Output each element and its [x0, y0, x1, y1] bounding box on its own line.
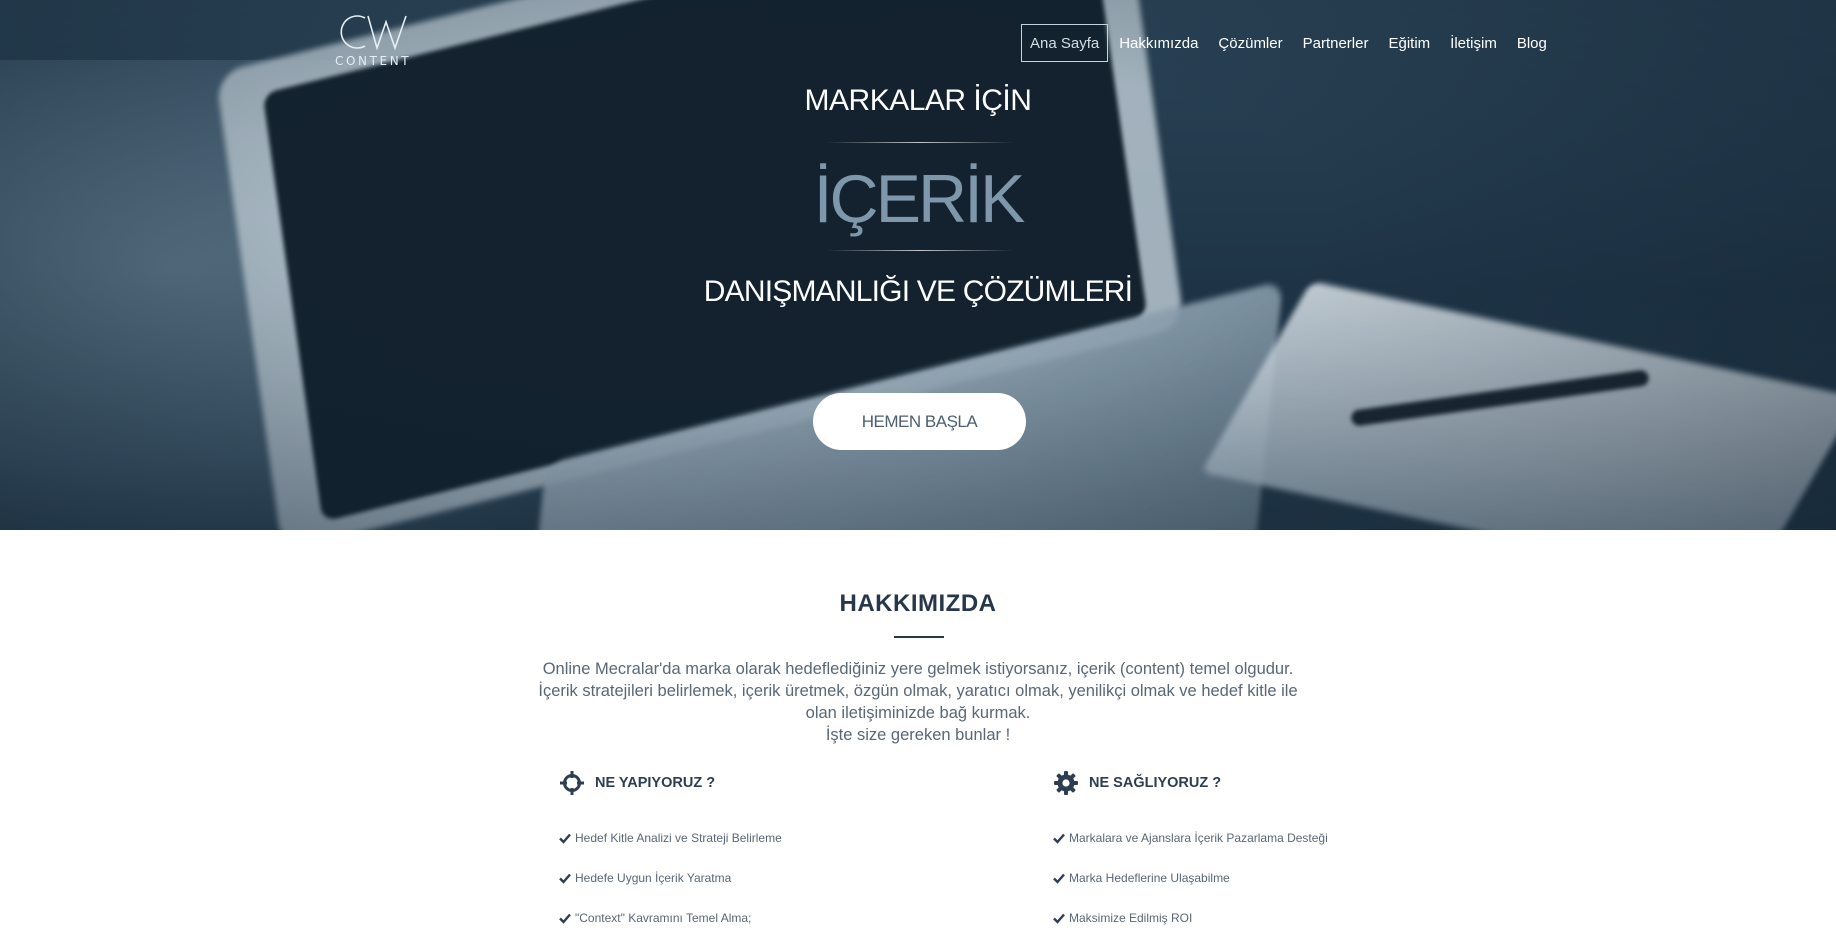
feature-what-we-do: NE YAPIYORUZ ? Hedef Kitle Analizi ve St…: [559, 768, 979, 938]
main-nav: Ana Sayfa Hakkımızda Çözümler Partnerler…: [1021, 24, 1558, 62]
list-item-label: Maksimize Edilmiş ROI: [1069, 911, 1193, 925]
about-divider: [894, 636, 944, 638]
hero-heading-line3: DANIŞMANLIĞI VE ÇÖZÜMLERİ: [703, 275, 1133, 308]
list-item-label: Hedef Kitle Analizi ve Strateji Belirlem…: [575, 831, 782, 845]
nav-item-ana-sayfa[interactable]: Ana Sayfa: [1021, 24, 1109, 62]
check-icon: [559, 873, 571, 884]
check-icon: [559, 833, 571, 844]
nav-item-blog[interactable]: Blog: [1508, 24, 1556, 62]
hero-background-image: [0, 0, 1836, 530]
gear-icon: [1054, 771, 1078, 795]
list-item: Marka Hedeflerine Ulaşabilme: [1053, 858, 1473, 898]
site-logo[interactable]: CONTENT: [335, 12, 410, 68]
list-item: Maksimize Edilmiş ROI: [1053, 898, 1473, 938]
feature-title: NE YAPIYORUZ ?: [595, 775, 716, 791]
crosshair-icon: [560, 771, 584, 795]
about-paragraph-line: İşte size gereken bunlar !: [825, 726, 1011, 744]
list-item: Hedefe Uygun İçerik Yaratma: [559, 858, 979, 898]
about-paragraph-line: İçerik stratejileri belirlemek, içerik ü…: [538, 682, 1298, 700]
hero-divider-top: [826, 142, 1014, 143]
list-item-label: Marka Hedeflerine Ulaşabilme: [1069, 871, 1230, 885]
list-item-label: "Context" Kavramını Temel Alma;: [575, 911, 752, 925]
cw-logo-icon: [340, 15, 407, 51]
check-icon: [1053, 913, 1065, 924]
feature-title: NE SAĞLIYORUZ ?: [1089, 775, 1222, 791]
feature-list: Markalara ve Ajanslara İçerik Pazarlama …: [1053, 818, 1473, 938]
logo-wordmark: CONTENT: [335, 54, 412, 68]
nav-item-cozumler[interactable]: Çözümler: [1209, 24, 1291, 62]
feature-header: NE SAĞLIYORUZ ?: [1053, 768, 1473, 798]
hero-divider-bottom: [826, 250, 1014, 251]
nav-item-egitim[interactable]: Eğitim: [1379, 24, 1439, 62]
feature-what-we-provide: NE SAĞLIYORUZ ? Markalara ve Ajanslara İ…: [1053, 768, 1473, 938]
about-paragraph-line: Online Mecralar'da marka olarak hedefled…: [542, 660, 1294, 678]
check-icon: [559, 913, 571, 924]
about-paragraph-line: olan iletişiminizde bağ kurmak.: [805, 704, 1031, 722]
hero-heading-line1: MARKALAR İÇİN: [804, 84, 1032, 117]
list-item: "Context" Kavramını Temel Alma;: [559, 898, 979, 938]
nav-item-partnerler[interactable]: Partnerler: [1294, 24, 1378, 62]
list-item: Hedef Kitle Analizi ve Strateji Belirlem…: [559, 818, 979, 858]
check-icon: [1053, 873, 1065, 884]
about-paragraph: Online Mecralar'da marka olarak hedefled…: [520, 658, 1316, 746]
hero-heading-line2: İÇERİK: [813, 161, 1026, 237]
start-now-button[interactable]: HEMEN BAŞLA: [813, 393, 1026, 450]
hero-section: CONTENT Ana Sayfa Hakkımızda Çözümler Pa…: [0, 0, 1836, 530]
about-title: HAKKIMIZDA: [839, 590, 997, 617]
nav-item-hakkimizda[interactable]: Hakkımızda: [1110, 24, 1207, 62]
list-item-label: Markalara ve Ajanslara İçerik Pazarlama …: [1069, 831, 1328, 845]
list-item: Markalara ve Ajanslara İçerik Pazarlama …: [1053, 818, 1473, 858]
list-item-label: Hedefe Uygun İçerik Yaratma: [575, 871, 732, 885]
feature-header: NE YAPIYORUZ ?: [559, 768, 979, 798]
check-icon: [1053, 833, 1065, 844]
nav-item-iletisim[interactable]: İletişim: [1441, 24, 1506, 62]
feature-list: Hedef Kitle Analizi ve Strateji Belirlem…: [559, 818, 979, 938]
